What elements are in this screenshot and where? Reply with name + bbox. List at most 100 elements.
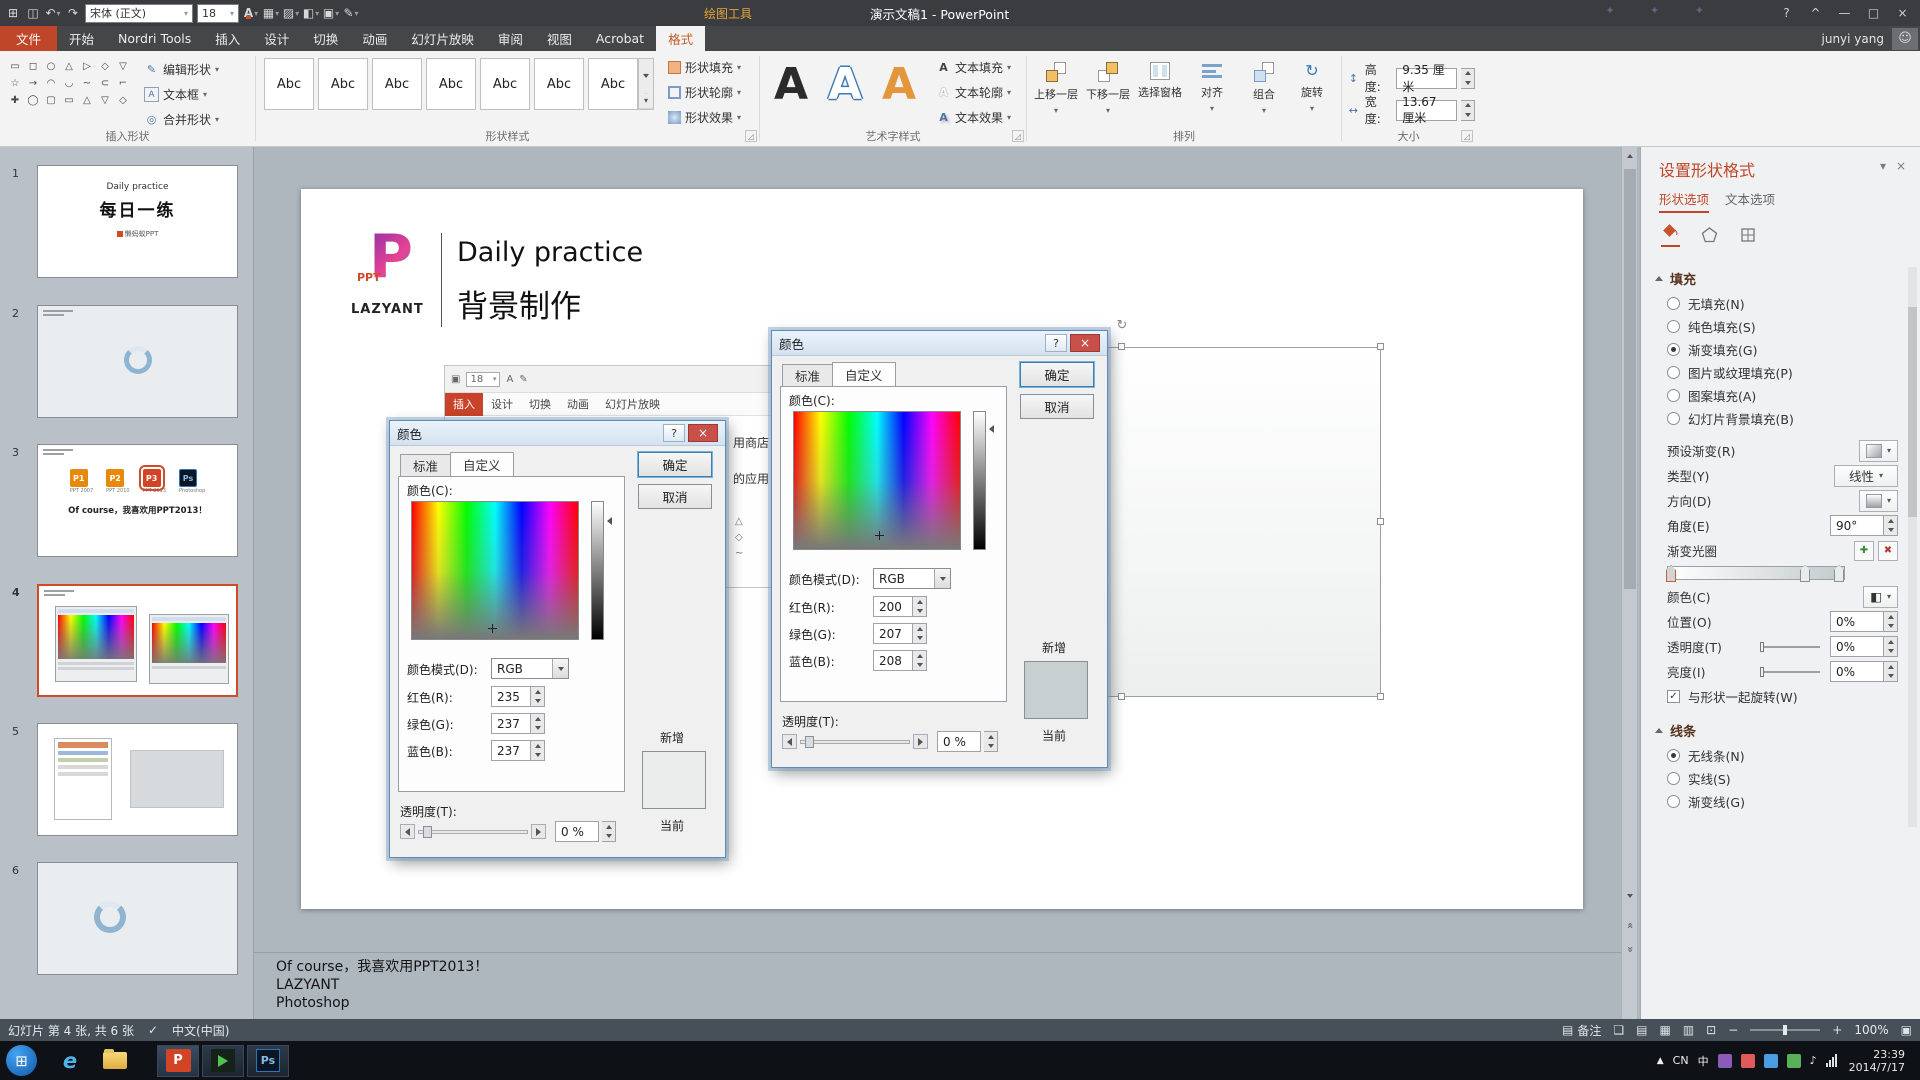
tab-standard[interactable]: 标准 <box>782 364 833 386</box>
tab-standard[interactable]: 标准 <box>400 454 451 476</box>
shape-style-thumb[interactable]: Abc <box>318 58 368 110</box>
gradient-type-dropdown[interactable]: 线性▾ <box>1834 465 1898 487</box>
fill-option-gradient[interactable]: 渐变填充(G) <box>1641 338 1920 361</box>
taskbar-powerpoint-active[interactable]: P <box>157 1045 199 1077</box>
pane-scrollbar[interactable] <box>1908 267 1917 827</box>
transparency-track[interactable] <box>800 740 910 744</box>
scroll-down-button[interactable] <box>1622 887 1638 905</box>
shape-glyph[interactable]: ◻ <box>24 58 42 75</box>
pane-close-icon[interactable]: × <box>1896 159 1906 173</box>
zoom-slider-thumb[interactable] <box>1783 1025 1787 1035</box>
highlight-button[interactable]: ▨▾ <box>281 3 301 23</box>
angle-input[interactable]: 90° <box>1830 515 1884 536</box>
network-icon[interactable] <box>1826 1054 1837 1067</box>
bring-forward-button[interactable]: 上移一层▾ <box>1031 56 1081 134</box>
slide-thumbnail-4-selected[interactable] <box>37 584 238 697</box>
luminance-bar[interactable] <box>973 411 986 550</box>
shape-glyph[interactable]: ⌐ <box>114 75 132 92</box>
align-button[interactable]: 对齐▾ <box>1187 56 1237 134</box>
wordart-style-3[interactable]: A <box>882 57 916 113</box>
tab-custom[interactable]: 自定义 <box>450 452 514 476</box>
shape-fill-menu[interactable]: 形状填充▾ <box>664 55 745 80</box>
ok-button[interactable]: 确定 <box>1020 362 1094 387</box>
radio-icon-selected[interactable] <box>1667 343 1680 356</box>
shape-glyph[interactable]: ▽ <box>114 58 132 75</box>
send-backward-button[interactable]: 下移一层▾ <box>1083 56 1133 134</box>
transparency-value-spinner[interactable] <box>984 731 998 752</box>
rotate-button[interactable]: ↻旋转▾ <box>1287 56 1337 134</box>
height-input[interactable]: 9.35 厘米 <box>1396 68 1457 89</box>
slide-thumbnail-2[interactable] <box>37 305 238 418</box>
shape-glyph[interactable]: ▢ <box>42 92 60 109</box>
effects-icon[interactable] <box>1700 226 1719 247</box>
canvas-scrollbar[interactable]: « » <box>1621 147 1637 1019</box>
wordart-style-2[interactable]: A <box>828 57 862 113</box>
position-spinner[interactable] <box>1884 611 1898 632</box>
green-input[interactable]: 237 <box>491 713 531 734</box>
transparency-value-input[interactable]: 0 % <box>555 821 599 842</box>
notes-divider[interactable] <box>254 952 1637 953</box>
pane-options-icon[interactable]: ▾ <box>1880 159 1886 173</box>
undo-button[interactable]: ↶▾ <box>43 3 63 23</box>
language-indicator[interactable]: 中文(中国) <box>172 1022 229 1039</box>
line-option-solid[interactable]: 实线(S) <box>1641 767 1920 790</box>
previous-slide-button[interactable]: « <box>1622 913 1638 935</box>
dialog-close-button[interactable]: × <box>688 424 718 442</box>
transparency-input[interactable]: 0% <box>1830 636 1884 657</box>
notes-toggle-button[interactable]: ▤备注 <box>1562 1022 1601 1039</box>
shape-glyph[interactable]: ▭ <box>6 58 24 75</box>
tab-format[interactable]: 格式 <box>656 26 705 51</box>
slide-thumbnail-6[interactable] <box>37 862 238 975</box>
shape-glyph[interactable]: ☆ <box>6 75 24 92</box>
fill-option-background[interactable]: 幻灯片背景填充(B) <box>1641 407 1920 430</box>
spectrum-crosshair[interactable] <box>875 531 884 540</box>
luminance-marker[interactable] <box>607 517 612 525</box>
brightness-input[interactable]: 0% <box>1830 661 1884 682</box>
pane-scrollbar-thumb[interactable] <box>1908 307 1917 517</box>
color-mode-select[interactable]: RGB <box>491 658 569 679</box>
transparency-slider[interactable] <box>1760 646 1820 648</box>
style-gallery-scroll[interactable]: ▾ <box>638 58 654 110</box>
angle-spinner[interactable] <box>1884 515 1898 536</box>
user-account[interactable]: junyi yang ☺ <box>1822 26 1920 51</box>
resize-handle-ne[interactable] <box>1377 343 1384 350</box>
edit-shape-button[interactable]: ✎编辑形状▾ <box>140 57 223 82</box>
slider-right-button[interactable] <box>531 824 546 839</box>
tab-slideshow[interactable]: 幻灯片放映 <box>399 26 486 51</box>
spellcheck-icon[interactable]: ✓ <box>148 1023 158 1037</box>
slider-left-button[interactable] <box>400 824 415 839</box>
dialog-help-button[interactable]: ? <box>1045 334 1067 352</box>
view-sorter-button[interactable]: ▦ <box>1659 1023 1670 1037</box>
view-slideshow-button[interactable]: ⊡ <box>1706 1023 1716 1037</box>
shape-glyph[interactable]: ⊂ <box>96 75 114 92</box>
window-menu-icon[interactable]: ⊞ <box>3 3 23 23</box>
textbox-button[interactable]: A文本框▾ <box>140 82 223 107</box>
shape-glyph[interactable]: ~ <box>78 75 96 92</box>
rotate-handle[interactable]: ↻ <box>1114 317 1130 333</box>
shape-glyph[interactable]: ◠ <box>42 75 60 92</box>
ime-indicator[interactable]: 中 <box>1698 1053 1709 1069</box>
shape-style-thumb[interactable]: Abc <box>480 58 530 110</box>
tab-nordri-tools[interactable]: Nordri Tools <box>106 26 203 51</box>
size-dialog-launcher[interactable]: ◿ <box>1461 130 1473 142</box>
gallery-up-icon[interactable] <box>643 59 649 74</box>
transparency-spinner[interactable] <box>1884 636 1898 657</box>
slider-right-button[interactable] <box>913 734 928 749</box>
stop-color-dropdown[interactable]: ◧▾ <box>1863 586 1898 608</box>
resize-handle-e[interactable] <box>1377 518 1384 525</box>
brightness-slider[interactable] <box>1760 671 1820 673</box>
gallery-more-icon[interactable]: ▾ <box>639 94 653 109</box>
tab-transitions[interactable]: 切换 <box>301 26 350 51</box>
line-option-none[interactable]: 无线条(N) <box>1641 744 1920 767</box>
zoom-in-button[interactable]: + <box>1832 1023 1842 1037</box>
resize-handle-s[interactable] <box>1118 693 1125 700</box>
shape-glyph[interactable]: △ <box>60 58 78 75</box>
shape-glyph[interactable]: ▷ <box>78 58 96 75</box>
shape-style-thumb[interactable]: Abc <box>426 58 476 110</box>
slide-thumbnail-3[interactable]: P1PPT 2007 P2PPT 2010 P3PPT 2013 PsPhoto… <box>37 444 238 557</box>
fill-line-icon[interactable] <box>1661 221 1680 247</box>
help-button[interactable]: ? <box>1772 3 1801 24</box>
taskbar-clock[interactable]: 23:39 2014/7/17 <box>1849 1048 1905 1074</box>
radio-icon[interactable] <box>1667 320 1680 333</box>
line-section-header[interactable]: 线条 <box>1641 717 1920 744</box>
